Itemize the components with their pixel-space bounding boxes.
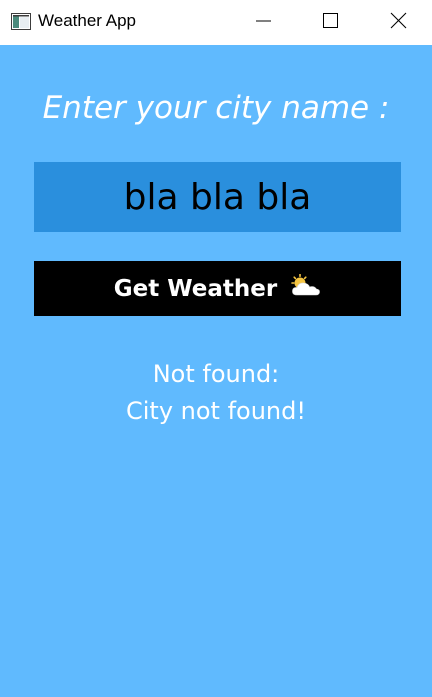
maximize-icon [323,12,339,33]
close-icon [390,12,407,33]
city-prompt-label: Enter your city name : [42,90,390,126]
city-input[interactable] [34,162,401,232]
window-title: Weather App [38,11,136,30]
get-weather-button[interactable]: Get Weather [34,261,401,316]
maximize-button[interactable] [297,0,365,45]
result-status: Not found: [152,360,280,388]
result-message: Not found: City not found! [0,356,432,430]
get-weather-label: Get Weather [113,275,278,302]
app-window-icon [11,13,31,30]
title-bar[interactable]: Weather App [0,0,432,45]
minimize-button[interactable] [229,0,297,45]
result-detail: City not found! [125,397,306,425]
close-button[interactable] [364,0,432,45]
weather-app-window: Weather App Enter your city name: bla b… [0,0,432,697]
minimize-icon [255,13,271,33]
sun-behind-cloud-icon [289,273,321,304]
